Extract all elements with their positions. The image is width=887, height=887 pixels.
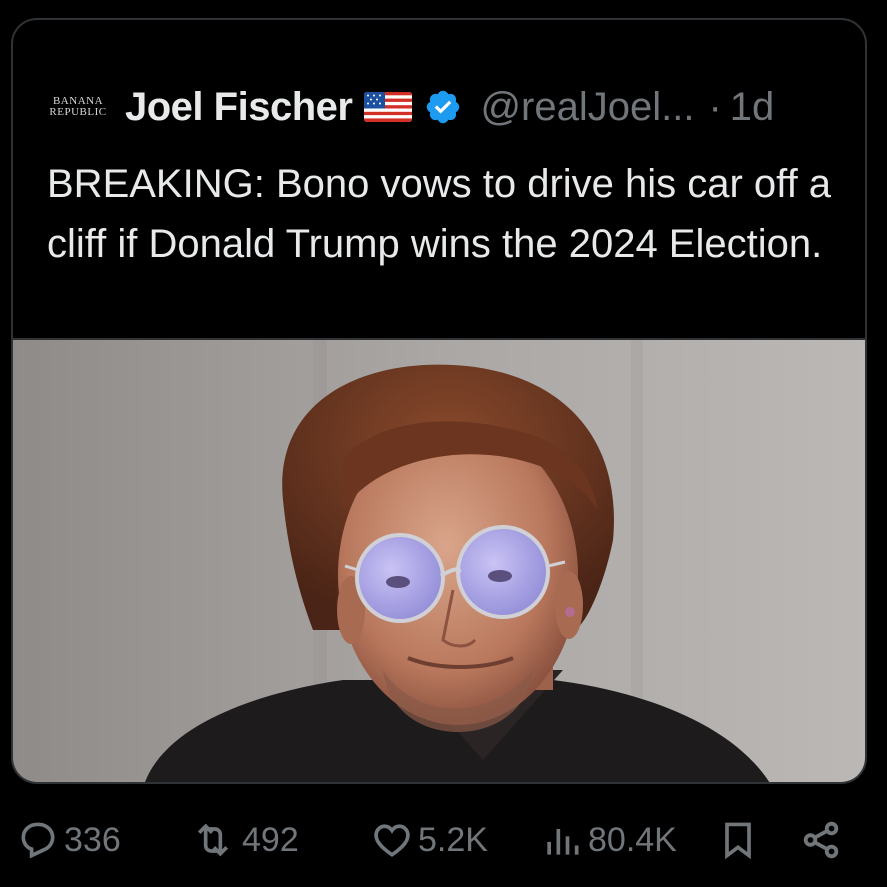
- like-count: 5.2K: [418, 820, 488, 859]
- like-button[interactable]: 5.2K: [370, 808, 488, 872]
- display-name[interactable]: Joel Fischer: [125, 85, 353, 130]
- tweet-card[interactable]: BANANA REPUBLIC Joel Fischer @realJoel..…: [11, 18, 867, 784]
- tweet-actions-bar: 336 492 5.2K 80.4K: [0, 808, 887, 872]
- views-chart-icon: [547, 829, 579, 855]
- reply-button[interactable]: 336: [16, 808, 121, 872]
- tweet-photo[interactable]: [13, 338, 865, 782]
- heart-icon: [374, 824, 410, 857]
- share-icon: [803, 821, 839, 859]
- tweet-text: BREAKING: Bono vows to drive his car off…: [47, 162, 832, 266]
- separator-dot: ·: [708, 84, 722, 129]
- avatar-text-line2: REPUBLIC: [49, 106, 107, 118]
- reply-count: 336: [64, 820, 121, 859]
- tweet-header: BANANA REPUBLIC Joel Fischer @realJoel..…: [47, 72, 774, 142]
- repost-icon: [197, 823, 229, 857]
- user-handle[interactable]: @realJoel...: [480, 85, 694, 130]
- timestamp[interactable]: 1d: [730, 85, 775, 130]
- repost-button[interactable]: 492: [188, 808, 299, 872]
- avatar[interactable]: BANANA REPUBLIC: [47, 87, 109, 127]
- views-button[interactable]: 80.4K: [540, 808, 677, 872]
- reply-icon: [21, 822, 55, 859]
- share-button[interactable]: [798, 808, 848, 872]
- repost-count: 492: [242, 820, 299, 859]
- views-count: 80.4K: [588, 820, 677, 859]
- bookmark-button[interactable]: [716, 808, 764, 872]
- verified-badge-icon: [424, 88, 462, 126]
- bookmark-icon: [725, 822, 751, 860]
- us-flag-icon: [364, 92, 413, 122]
